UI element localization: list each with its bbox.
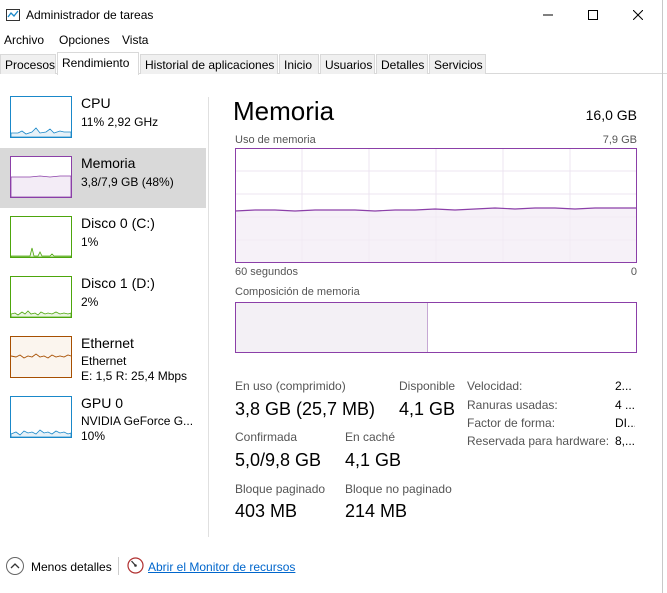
composition-label: Composición de memoria	[235, 286, 360, 298]
close-button[interactable]	[615, 0, 661, 30]
gpu-graph-icon	[10, 396, 72, 438]
page-title: Memoria	[233, 96, 335, 126]
memory-usage-area	[235, 207, 637, 263]
sidebar-item-sub: 2%	[81, 295, 99, 309]
paged-pool-value: 403 MB	[235, 501, 298, 521]
sidebar-item-title: Disco 0 (C:)	[81, 215, 155, 231]
spec-speed-label: Velocidad:	[467, 379, 523, 393]
menu-bar: Archivo Opciones Vista	[0, 30, 667, 50]
task-manager-icon	[6, 9, 20, 21]
in-use-label: En uso (comprimido)	[235, 379, 346, 393]
minimize-button[interactable]	[525, 0, 571, 30]
fewer-details-button[interactable]	[6, 557, 24, 575]
maximize-button[interactable]	[570, 0, 616, 30]
sidebar-item-sub: NVIDIA GeForce G...	[81, 414, 194, 428]
menu-vista[interactable]: Vista	[122, 33, 148, 47]
menu-archivo[interactable]: Archivo	[4, 33, 44, 47]
tab-bar: Procesos Rendimiento Historial de aplica…	[0, 52, 667, 75]
tab-detalles[interactable]: Detalles	[376, 54, 428, 74]
available-label: Disponible	[399, 379, 456, 393]
ethernet-graph-icon	[10, 336, 72, 378]
sidebar-item-sub: E: 1,5 R: 25,4 Mbps	[81, 369, 188, 383]
spec-slots-label: Ranuras usadas:	[467, 398, 558, 412]
sidebar-item-sub: 10%	[81, 429, 106, 443]
tab-servicios[interactable]: Servicios	[429, 54, 486, 74]
in-use-value: 3,8 GB (25,7 MB)	[235, 399, 376, 419]
cached-value: 4,1 GB	[345, 450, 402, 470]
nonpaged-pool-label: Bloque no paginado	[345, 482, 452, 496]
spec-reserved-value: 8,...	[615, 434, 635, 448]
disk-graph-icon	[10, 216, 72, 258]
time-axis-right: 0	[630, 266, 637, 278]
nonpaged-pool-value: 214 MB	[345, 501, 408, 521]
sidebar-item-title: Ethernet	[81, 335, 134, 351]
tab-procesos[interactable]: Procesos	[0, 54, 56, 74]
window-title: Administrador de tareas	[26, 8, 154, 22]
spec-speed-value: 2...	[615, 379, 632, 393]
footer-separator	[118, 557, 119, 575]
maximize-icon	[588, 10, 598, 20]
composition-in-use	[236, 303, 428, 352]
close-icon	[633, 10, 643, 20]
open-resource-monitor-link[interactable]: Abrir el Monitor de recursos	[148, 560, 295, 574]
spec-form-factor-label: Factor de forma:	[467, 416, 556, 430]
tab-usuarios[interactable]: Usuarios	[320, 54, 375, 74]
footer: Menos detalles Abrir el Monitor de recur…	[0, 552, 662, 582]
disk-graph-icon	[10, 276, 72, 318]
memory-composition-bar[interactable]	[235, 302, 637, 353]
sidebar-item-title: GPU 0	[81, 395, 124, 411]
tab-inicio[interactable]: Inicio	[279, 54, 319, 74]
memory-usage-graph	[235, 148, 637, 263]
sidebar-item-ethernet[interactable]: Ethernet Ethernet E: 1,5 R: 25,4 Mbps	[0, 328, 206, 388]
sidebar-item-title: CPU	[81, 95, 111, 111]
paged-pool-label: Bloque paginado	[235, 482, 326, 496]
fewer-details-link[interactable]: Menos detalles	[31, 560, 112, 574]
usage-graph-label: Uso de memoria	[235, 134, 316, 146]
menu-opciones[interactable]: Opciones	[59, 33, 110, 47]
spec-form-factor-value: DI...	[615, 416, 635, 430]
title-bar: Administrador de tareas	[0, 0, 667, 30]
sidebar-item-sub: Ethernet	[81, 354, 127, 368]
sidebar-item-sub: 3,8/7,9 GB (48%)	[81, 175, 174, 189]
cpu-graph-icon	[10, 96, 72, 138]
window-border	[662, 0, 663, 593]
available-value: 4,1 GB	[399, 399, 456, 419]
spec-slots-value: 4 ...	[615, 398, 635, 412]
usage-graph-max: 7,9 GB	[602, 134, 637, 146]
time-axis-left: 60 segundos	[235, 266, 298, 278]
cached-label: En caché	[345, 430, 396, 444]
sidebar-item-disk-1[interactable]: Disco 1 (D:) 2%	[0, 268, 206, 328]
sidebar-item-cpu[interactable]: CPU 11% 2,92 GHz	[0, 88, 206, 148]
sidebar-item-title: Disco 1 (D:)	[81, 275, 155, 291]
sidebar-item-disk-0[interactable]: Disco 0 (C:) 1%	[0, 208, 206, 268]
memory-graph-icon	[10, 156, 72, 198]
spec-reserved-label: Reservada para hardware:	[467, 434, 610, 448]
minimize-icon	[543, 14, 553, 16]
chevron-up-icon	[10, 563, 20, 569]
tab-historial[interactable]: Historial de aplicaciones	[140, 54, 278, 74]
sidebar-item-title: Memoria	[81, 155, 136, 171]
tab-rendimiento[interactable]: Rendimiento	[57, 52, 139, 75]
total-memory: 16,0 GB	[585, 107, 637, 123]
resource-monitor-icon	[127, 557, 144, 574]
committed-value: 5,0/9,8 GB	[235, 450, 322, 470]
sidebar-divider	[208, 97, 209, 537]
sidebar-item-sub: 1%	[81, 235, 99, 249]
committed-label: Confirmada	[235, 430, 298, 444]
sidebar-item-sub: 11% 2,92 GHz	[81, 115, 159, 129]
sidebar-item-gpu[interactable]: GPU 0 NVIDIA GeForce G... 10%	[0, 388, 206, 448]
sidebar-item-memory[interactable]: Memoria 3,8/7,9 GB (48%)	[0, 148, 206, 208]
